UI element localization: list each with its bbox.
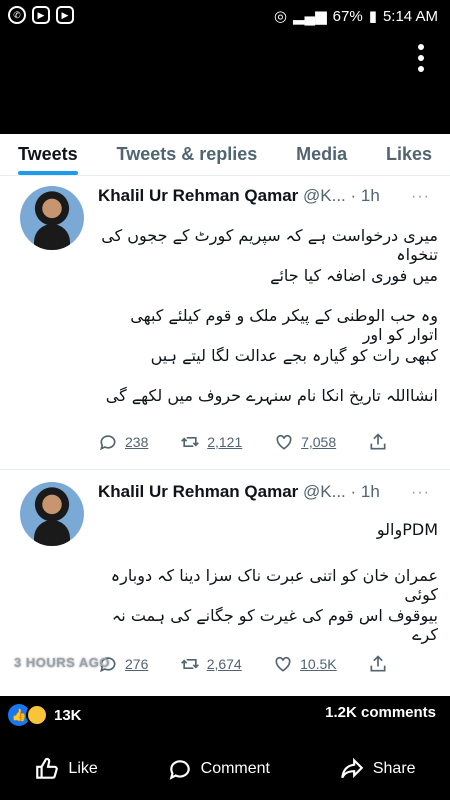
- reply-button[interactable]: 238: [98, 432, 148, 452]
- tweet-more-icon[interactable]: ···: [411, 484, 430, 502]
- tweet-text-line: بیوقوف اس قوم کی غیرت کو جگانے کی ہمت نہ…: [111, 606, 438, 644]
- tweet-more-icon[interactable]: ···: [411, 188, 430, 206]
- sad-reaction-icon: [26, 704, 48, 726]
- profile-tabs: Tweets Tweets & replies Media Likes: [0, 134, 450, 176]
- avatar[interactable]: [20, 186, 84, 250]
- like-button[interactable]: 10.5K: [273, 654, 337, 674]
- clock: 5:14 AM: [382, 7, 438, 25]
- tweet-actions: 276 2,674 10.5K: [98, 654, 388, 674]
- retweet-icon: [181, 437, 200, 447]
- status-right: ◎ ▂▄▆ 67% ▮ 5:14 AM: [273, 7, 438, 26]
- status-bar: ✆ ▶ ▶ ◎ ▂▄▆ 67% ▮ 5:14 AM: [0, 0, 450, 34]
- reaction-summary[interactable]: 👍 13K: [8, 704, 82, 726]
- like-label: Like: [68, 760, 98, 777]
- tweet-text-line: PDMوالو: [376, 520, 438, 539]
- hotspot-icon: ◎: [273, 8, 287, 25]
- tweet-actions: 238 2,121 7,058: [98, 432, 388, 452]
- tab-media[interactable]: Media: [296, 144, 347, 165]
- battery-icon: ▮: [368, 8, 377, 25]
- tweet-time: · 1h: [350, 482, 380, 501]
- more-options-icon[interactable]: [418, 44, 424, 72]
- share-button[interactable]: Share: [339, 756, 416, 782]
- author-handle: @K...: [303, 482, 346, 501]
- tab-likes[interactable]: Likes: [386, 144, 432, 165]
- tweet-text-line: عمران خان کو اتنی عبرت ناک سزا دینا کہ د…: [110, 566, 438, 604]
- retweet-button[interactable]: 2,674: [180, 654, 242, 674]
- comment-label: Comment: [200, 760, 270, 777]
- share-arrow-icon: [341, 757, 364, 779]
- tweet-header: Khalil Ur Rehman Qamar @K... · 1h: [98, 186, 380, 206]
- avatar[interactable]: [20, 482, 84, 546]
- retweet-button[interactable]: 2,121: [180, 432, 242, 452]
- share-icon: [370, 433, 386, 450]
- share-icon: [370, 655, 386, 672]
- retweet-icon: [180, 659, 199, 669]
- battery-percent: 67%: [332, 7, 363, 25]
- reply-count: 276: [125, 656, 149, 672]
- youtube-icon: ▶: [56, 6, 74, 24]
- heart-icon: [276, 434, 292, 450]
- tweet-text-line: وہ حب الوطنی کے پیکر ملک و قوم کیلئے کبھ…: [130, 306, 438, 344]
- youtube-icon: ▶: [32, 6, 50, 24]
- retweet-count: 2,121: [207, 434, 243, 450]
- tweet[interactable]: Khalil Ur Rehman Qamar @K... · 1h ··· می…: [0, 178, 450, 470]
- tab-tweets[interactable]: Tweets: [18, 144, 78, 175]
- reply-count: 238: [125, 434, 149, 450]
- author-name[interactable]: Khalil Ur Rehman Qamar: [98, 482, 298, 501]
- tweet-time: · 1h: [350, 186, 380, 205]
- reaction-count: 13K: [54, 706, 82, 724]
- signal-icon: ▂▄▆: [292, 8, 327, 25]
- reply-icon: [100, 435, 116, 451]
- tweet-text-line: کبھی رات کو گیارہ بجے عدالت لگا لیتے ہیں: [150, 346, 438, 365]
- author-name[interactable]: Khalil Ur Rehman Qamar: [98, 186, 298, 205]
- comment-icon: [169, 760, 190, 780]
- like-count: 10.5K: [300, 656, 337, 672]
- like-button[interactable]: Like: [34, 756, 98, 782]
- share-label: Share: [372, 760, 416, 777]
- tweet-screenshot: Tweets Tweets & replies Media Likes Khal…: [0, 134, 450, 696]
- tweet-text-line: میں فوری اضافہ کیا جائے: [270, 266, 438, 285]
- share-button[interactable]: [368, 432, 388, 452]
- author-handle: @K...: [303, 186, 346, 205]
- tweet-header: Khalil Ur Rehman Qamar @K... · 1h: [98, 482, 380, 502]
- comment-button[interactable]: Comment: [167, 756, 270, 782]
- facebook-post-footer: 👍 13K 1.2K comments Like Comment Share: [0, 696, 450, 800]
- notification-icons: ✆ ▶ ▶: [8, 6, 74, 24]
- like-count: 7,058: [301, 434, 337, 450]
- tab-tweets-replies[interactable]: Tweets & replies: [117, 144, 258, 165]
- thumbs-up-icon: [36, 757, 59, 779]
- tweet-text-line: میری درخواست ہے کہ سپریم کورٹ کے ججوں کی…: [101, 226, 438, 264]
- like-button[interactable]: 7,058: [274, 432, 336, 452]
- tweet-text-line: انشااللہ تاریخ انکا نام سنہرے حروف میں ل…: [105, 386, 438, 405]
- post-timestamp: 3 HOURS AGO: [14, 655, 111, 670]
- share-button[interactable]: [368, 654, 388, 674]
- retweet-count: 2,674: [206, 656, 242, 672]
- whatsapp-icon: ✆: [8, 6, 26, 24]
- heart-icon: [275, 656, 291, 672]
- post-actions: Like Comment Share: [0, 756, 450, 782]
- comment-count[interactable]: 1.2K comments: [325, 704, 436, 721]
